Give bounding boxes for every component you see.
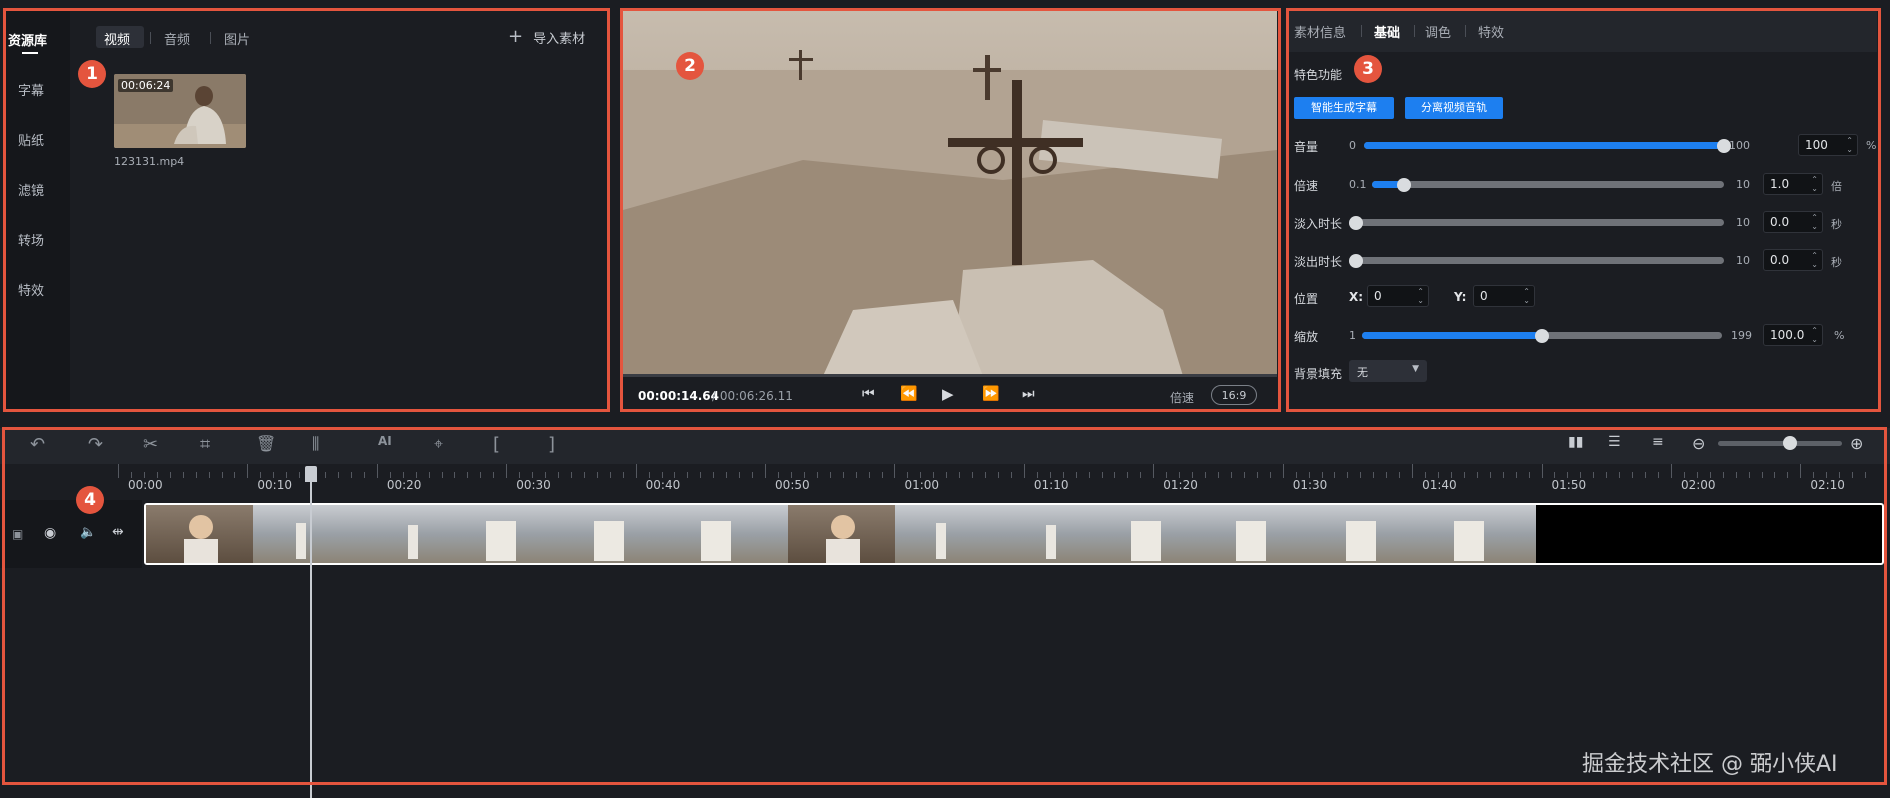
badge-1: 1 xyxy=(78,60,106,88)
badge-3: 3 xyxy=(1354,55,1382,83)
highlight-box-preview xyxy=(620,8,1281,412)
highlight-box-timeline xyxy=(2,427,1887,785)
badge-2: 2 xyxy=(676,52,704,80)
badge-4: 4 xyxy=(76,486,104,514)
